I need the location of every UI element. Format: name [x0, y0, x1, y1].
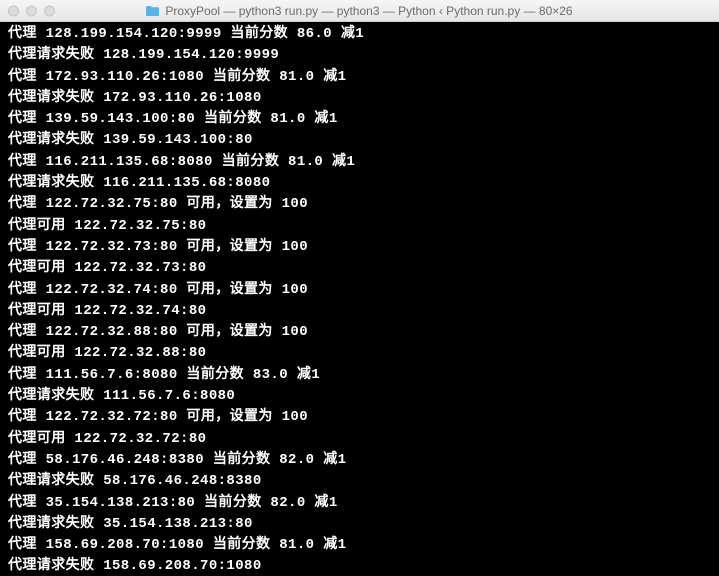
output-line: 代理请求失败 158.69.208.70:1080	[8, 556, 713, 576]
minimize-dot[interactable]	[26, 5, 37, 16]
output-line: 代理请求失败 116.211.135.68:8080	[8, 173, 713, 194]
output-line: 代理 172.93.110.26:1080 当前分数 81.0 减1	[8, 67, 713, 88]
output-line: 代理 139.59.143.100:80 当前分数 81.0 减1	[8, 109, 713, 130]
output-line: 代理 122.72.32.72:80 可用，设置为 100	[8, 407, 713, 428]
output-line: 代理 116.211.135.68:8080 当前分数 81.0 减1	[8, 152, 713, 173]
output-line: 代理可用 122.72.32.74:80	[8, 301, 713, 322]
terminal-output[interactable]: 代理 128.199.154.120:9999 当前分数 86.0 减1 代理请…	[0, 22, 719, 576]
output-line: 代理 35.154.138.213:80 当前分数 82.0 减1	[8, 493, 713, 514]
window-title: ProxyPool — python3 run.py — python3 — P…	[146, 4, 572, 18]
output-line: 代理请求失败 58.176.46.248:8380	[8, 471, 713, 492]
output-line: 代理 58.176.46.248:8380 当前分数 82.0 减1	[8, 450, 713, 471]
output-line: 代理请求失败 111.56.7.6:8080	[8, 386, 713, 407]
output-line: 代理可用 122.72.32.88:80	[8, 343, 713, 364]
output-line: 代理可用 122.72.32.73:80	[8, 258, 713, 279]
output-line: 代理 111.56.7.6:8080 当前分数 83.0 减1	[8, 365, 713, 386]
output-line: 代理请求失败 139.59.143.100:80	[8, 130, 713, 151]
zoom-dot[interactable]	[44, 5, 55, 16]
output-line: 代理 122.72.32.75:80 可用，设置为 100	[8, 194, 713, 215]
output-line: 代理请求失败 35.154.138.213:80	[8, 514, 713, 535]
close-dot[interactable]	[8, 5, 19, 16]
output-line: 代理 122.72.32.74:80 可用，设置为 100	[8, 280, 713, 301]
output-line: 代理请求失败 128.199.154.120:9999	[8, 45, 713, 66]
window-titlebar: ProxyPool — python3 run.py — python3 — P…	[0, 0, 719, 22]
window-title-text: ProxyPool — python3 run.py — python3 — P…	[165, 4, 572, 18]
output-line: 代理请求失败 172.93.110.26:1080	[8, 88, 713, 109]
window-controls	[8, 5, 55, 16]
output-line: 代理 122.72.32.88:80 可用，设置为 100	[8, 322, 713, 343]
output-line: 代理可用 122.72.32.75:80	[8, 216, 713, 237]
output-line: 代理 128.199.154.120:9999 当前分数 86.0 减1	[8, 24, 713, 45]
folder-icon	[146, 6, 159, 16]
output-line: 代理可用 122.72.32.72:80	[8, 429, 713, 450]
output-line: 代理 158.69.208.70:1080 当前分数 81.0 减1	[8, 535, 713, 556]
output-line: 代理 122.72.32.73:80 可用，设置为 100	[8, 237, 713, 258]
